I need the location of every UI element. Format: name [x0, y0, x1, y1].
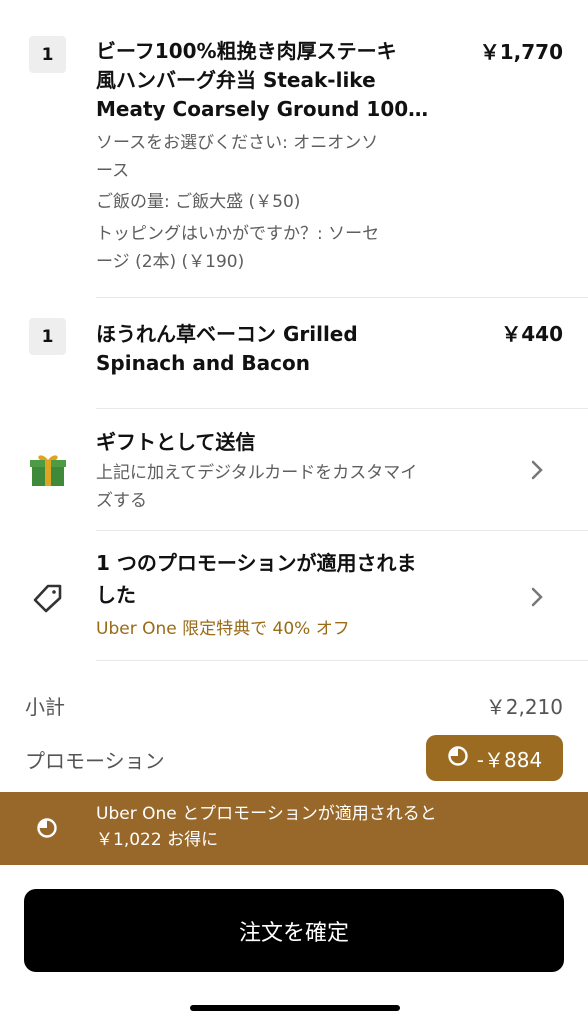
quantity-badge[interactable]: 1	[29, 36, 66, 73]
gift-title: ギフトとして送信	[96, 430, 256, 454]
divider	[96, 660, 588, 661]
gift-icon	[30, 452, 66, 492]
item-price: ￥1,770	[479, 40, 563, 64]
item-name-line: ほうれん草ベーコン Grilled	[96, 322, 358, 346]
home-indicator[interactable]	[190, 1005, 400, 1011]
place-order-button[interactable]: 注文を確定	[24, 889, 564, 972]
item-option: ソースをお選びください: オニオンソ	[96, 133, 379, 153]
chevron-right-icon	[530, 460, 544, 484]
savings-banner-text: Uber One とプロモーションが適用されると ￥1,022 お得に	[96, 801, 536, 853]
promotion-discount-badge: -￥884	[426, 735, 563, 781]
promotion-label: プロモーション	[25, 749, 165, 773]
item-price: ￥440	[501, 322, 563, 346]
promotion-value: -￥884	[476, 747, 543, 772]
item-name-line: Meaty Coarsely Ground 100%...	[96, 97, 448, 121]
gift-subtitle: ズする	[96, 491, 147, 511]
uber-one-icon	[447, 745, 469, 772]
promotion-title: 1 つのプロモーションが適用されま	[96, 551, 417, 575]
chevron-right-icon	[530, 587, 544, 611]
item-name: ビーフ100%粗挽き肉厚ステーキ 風ハンバーグ弁当 Steak-like Mea…	[96, 37, 448, 124]
item-option: トッピングはいかがですか？: ソーセ	[96, 224, 380, 244]
promotion-subtitle: Uber One 限定特典で 40% オフ	[96, 619, 350, 639]
savings-banner: Uber One とプロモーションが適用されると ￥1,022 お得に	[0, 792, 588, 865]
cart-item[interactable]: 1 ほうれん草ベーコン Grilled Spinach and Bacon ￥4…	[0, 298, 588, 408]
uber-one-icon	[36, 817, 58, 843]
item-name-line: ビーフ100%粗挽き肉厚ステーキ	[96, 39, 397, 63]
promotion-title: した	[96, 583, 136, 607]
send-as-gift-row[interactable]: ギフトとして送信 上記に加えてデジタルカードをカスタマイ ズする	[0, 409, 588, 530]
item-option: ージ (2本) (￥190)	[96, 252, 245, 272]
subtotal-value: ￥2,210	[485, 695, 563, 719]
item-name: ほうれん草ベーコン Grilled Spinach and Bacon	[96, 320, 448, 378]
savings-banner-line: ￥1,022 お得に	[96, 830, 219, 850]
item-option: ース	[96, 161, 130, 181]
item-option: ご飯の量: ご飯大盛 (￥50)	[96, 192, 301, 212]
gift-subtitle: 上記に加えてデジタルカードをカスタマイ	[96, 463, 418, 483]
item-name-line: Spinach and Bacon	[96, 351, 310, 375]
cart-item[interactable]: 1 ビーフ100%粗挽き肉厚ステーキ 風ハンバーグ弁当 Steak-like M…	[0, 0, 588, 298]
promotion-row[interactable]: 1 つのプロモーションが適用されま した Uber One 限定特典で 40% …	[0, 531, 588, 660]
savings-banner-line: Uber One とプロモーションが適用されると	[96, 804, 437, 824]
subtotal-label: 小計	[25, 695, 65, 719]
tag-icon	[33, 583, 63, 617]
quantity-badge[interactable]: 1	[29, 318, 66, 355]
item-name-line: 風ハンバーグ弁当 Steak-like	[96, 68, 376, 92]
checkout-page: 1 ビーフ100%粗挽き肉厚ステーキ 風ハンバーグ弁当 Steak-like M…	[0, 0, 588, 1024]
